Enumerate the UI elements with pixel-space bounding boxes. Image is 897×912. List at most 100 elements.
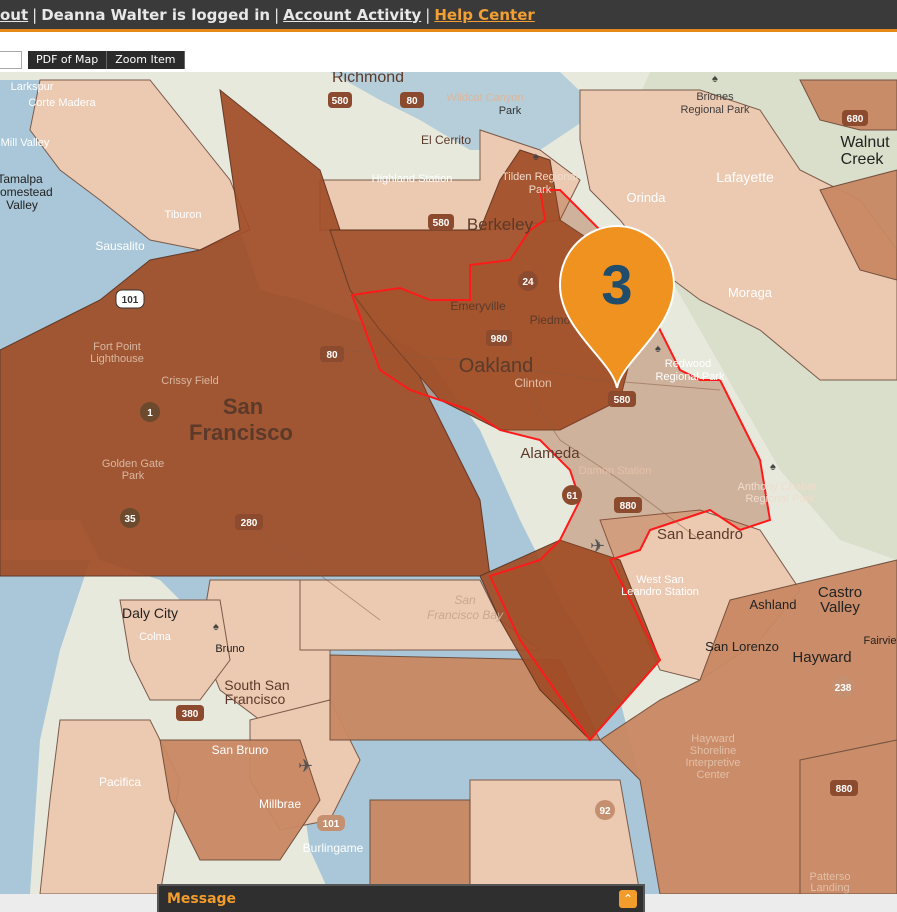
label-sf-bay-2: Francisco Bay [427, 608, 504, 622]
shield-r238: 238 [832, 676, 854, 698]
label-richmond: Richmond [332, 72, 404, 86]
label-daly-city: Daly City [122, 605, 178, 621]
label-tilden-2: Park [529, 184, 552, 196]
svg-text:580: 580 [433, 218, 450, 229]
svg-text:880: 880 [836, 784, 853, 795]
separator: | [32, 5, 38, 24]
svg-text:80: 80 [326, 350, 338, 361]
map-view[interactable]: Richmond Berkeley Oakland San Francisco … [0, 72, 897, 894]
shield-us101-a: 101 [115, 289, 145, 309]
shield-i680: 680 [842, 110, 868, 126]
svg-text:980: 980 [491, 334, 508, 345]
label-tamalpais-3: Valley [6, 198, 38, 212]
label-redwood-1: Redwood [665, 358, 711, 370]
label-castro-2: Valley [820, 599, 860, 616]
svg-text:35: 35 [124, 514, 136, 525]
label-oakland: Oakland [459, 355, 534, 377]
svg-text:♠: ♠ [213, 621, 219, 633]
label-briones-1: Briones [696, 91, 734, 103]
label-crissy: Crissy Field [161, 375, 218, 387]
svg-text:80: 80 [406, 96, 418, 107]
svg-text:580: 580 [614, 395, 631, 406]
label-patterson-2: Landing [810, 882, 849, 894]
shield-i880-b: 880 [830, 780, 858, 796]
shield-i580-c: 580 [608, 391, 636, 407]
label-hayward: Hayward [792, 649, 851, 666]
label-san-leandro: San Leandro [657, 526, 743, 543]
svg-text:♠: ♠ [770, 461, 776, 473]
label-wildcat-2: Park [499, 105, 522, 117]
logged-in-user-text: Deanna Walter is logged in [41, 5, 271, 24]
logout-link[interactable]: out [0, 6, 28, 24]
label-fort-point-2: Lighthouse [90, 353, 144, 365]
label-orinda: Orinda [626, 190, 666, 205]
shield-i80-a: 80 [400, 92, 424, 108]
label-tamalpais-2: Homestead [0, 185, 53, 199]
shield-r92: 92 [595, 800, 615, 820]
svg-text:101: 101 [122, 295, 139, 306]
svg-text:380: 380 [182, 709, 199, 720]
svg-text:♠: ♠ [712, 73, 718, 85]
svg-text:♠: ♠ [655, 343, 661, 355]
label-ashland: Ashland [750, 597, 797, 612]
svg-text:238: 238 [835, 683, 852, 694]
label-san-francisco-2: Francisco [189, 420, 293, 445]
account-activity-link[interactable]: Account Activity [283, 6, 421, 24]
label-chabot-1: Anthony Chabot [738, 481, 817, 493]
label-chabot-2: Regional Park [745, 493, 815, 505]
label-sausalito: Sausalito [95, 239, 145, 253]
label-hayward-shore-1: Hayward [691, 733, 734, 745]
label-moraga: Moraga [728, 285, 773, 300]
shield-i580-a: 580 [328, 92, 352, 108]
label-pacifica: Pacifica [99, 775, 141, 789]
help-center-link[interactable]: Help Center [434, 6, 534, 24]
svg-text:✈: ✈ [298, 756, 313, 776]
shield-i280: 280 [235, 514, 263, 530]
svg-text:680: 680 [847, 114, 864, 125]
collapse-toggle-icon[interactable]: ⌃ [619, 890, 637, 908]
label-emeryville: Emeryville [450, 299, 506, 313]
label-sf-bay-1: San [454, 593, 476, 607]
pdf-of-map-button[interactable]: PDF of Map [28, 51, 108, 69]
label-colma: Colma [139, 631, 172, 643]
label-san-lorenzo: San Lorenzo [705, 639, 779, 654]
marker-number: 3 [601, 253, 632, 316]
separator: | [425, 5, 431, 24]
label-alameda: Alameda [520, 445, 580, 462]
label-south-sf-2: Francisco [225, 691, 286, 707]
label-wildcat-1: Wildcat Canyon [446, 92, 523, 104]
label-millbrae: Millbrae [259, 797, 301, 811]
label-el-cerrito: El Cerrito [421, 133, 471, 147]
toolbar-input[interactable] [0, 51, 22, 69]
label-san-francisco-1: San [223, 394, 263, 419]
svg-text:♠: ♠ [533, 151, 539, 163]
svg-text:101: 101 [323, 819, 340, 830]
message-panel-header[interactable]: Message ⌃ [157, 884, 645, 912]
label-hayward-shore-2: Shoreline [690, 745, 736, 757]
label-briones-2: Regional Park [680, 104, 750, 116]
shield-i980: 980 [486, 330, 512, 346]
message-title: Message [167, 891, 237, 907]
label-fruitvale: Damon Station [579, 465, 652, 477]
shield-i880-a: 880 [614, 497, 642, 513]
shield-i380: 380 [176, 705, 204, 721]
label-redwood-2: Regional Park [655, 371, 725, 383]
label-golden-gate-2: Park [122, 470, 145, 482]
svg-text:92: 92 [599, 806, 611, 817]
svg-text:280: 280 [241, 518, 258, 529]
label-walnut-1: Walnut [840, 134, 890, 151]
label-lafayette: Lafayette [716, 169, 774, 185]
label-corte-madera: Corte Madera [28, 97, 96, 109]
label-tiburon: Tiburon [165, 209, 202, 221]
svg-text:24: 24 [522, 277, 534, 288]
label-mill-valley: Mill Valley [1, 137, 50, 149]
zoom-item-button[interactable]: Zoom Item [107, 51, 185, 69]
label-clinton: Clinton [514, 376, 551, 390]
label-west-san-2: Leandro Station [621, 586, 699, 598]
label-tamalpais-1: Tamalpa [0, 172, 43, 186]
shield-r35: 35 [120, 508, 140, 528]
shield-r24: 24 [518, 271, 538, 291]
label-fairview: Fairvie [863, 635, 896, 647]
label-hayward-shore-3: Interpretive [685, 757, 740, 769]
label-tilden-1: Tilden Regional [502, 171, 578, 183]
